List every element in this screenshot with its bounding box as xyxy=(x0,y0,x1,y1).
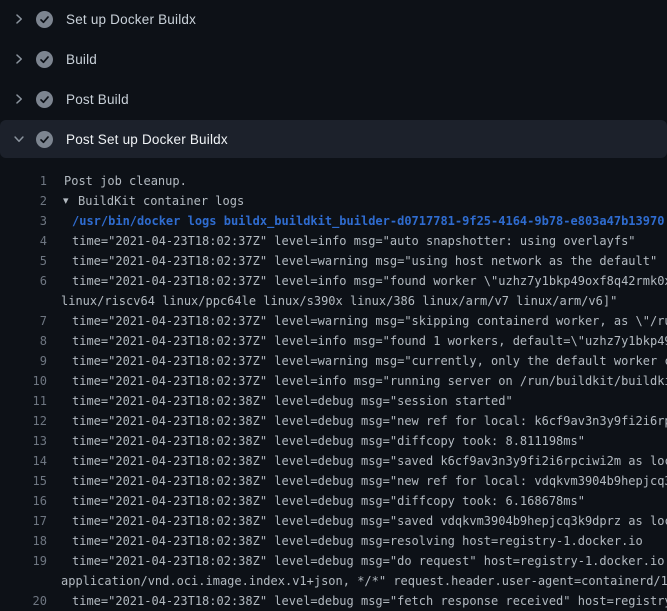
line-number[interactable]: 9 xyxy=(0,351,47,371)
line-text: application/vnd.oci.image.index.v1+json,… xyxy=(47,571,667,591)
log-line: 10 ▾ time="2021-04-23T18:02:37Z" level=i… xyxy=(0,371,667,391)
line-text[interactable]: BuildKit container logs xyxy=(78,191,244,211)
line-text: time="2021-04-23T18:02:38Z" level=debug … xyxy=(47,591,667,611)
line-text: time="2021-04-23T18:02:38Z" level=debug … xyxy=(47,531,643,551)
log-line: 11 ▾ time="2021-04-23T18:02:38Z" level=d… xyxy=(0,391,667,411)
log-line: 7 ▾ time="2021-04-23T18:02:37Z" level=wa… xyxy=(0,311,667,331)
line-text: time="2021-04-23T18:02:37Z" level=info m… xyxy=(47,271,667,291)
line-text: time="2021-04-23T18:02:37Z" level=warnin… xyxy=(47,311,667,331)
log-line: 5 ▾ time="2021-04-23T18:02:37Z" level=wa… xyxy=(0,251,667,271)
chevron-down-icon xyxy=(12,132,26,146)
log-line: 2 ▾ BuildKit container logs xyxy=(0,191,667,211)
line-number[interactable]: 12 xyxy=(0,411,47,431)
line-number[interactable]: 6 xyxy=(0,271,47,291)
log-line: 20 ▾ time="2021-04-23T18:02:38Z" level=d… xyxy=(0,591,667,611)
chevron-right-icon xyxy=(12,52,26,66)
line-number[interactable]: 4 xyxy=(0,231,47,251)
line-number[interactable]: 3 xyxy=(0,211,47,231)
log-line: 13 ▾ time="2021-04-23T18:02:38Z" level=d… xyxy=(0,431,667,451)
step-row[interactable]: Set up Docker Buildx xyxy=(0,0,667,38)
line-text: time="2021-04-23T18:02:38Z" level=debug … xyxy=(47,491,585,511)
step-label: Post Build xyxy=(66,92,129,107)
check-circle-icon xyxy=(36,131,53,148)
line-number[interactable]: 15 xyxy=(0,471,47,491)
chevron-right-icon xyxy=(12,92,26,106)
step-label: Build xyxy=(66,52,97,67)
line-text: time="2021-04-23T18:02:37Z" level=info m… xyxy=(47,371,667,391)
check-circle-icon xyxy=(36,11,53,28)
log-line: 8 ▾ time="2021-04-23T18:02:37Z" level=in… xyxy=(0,331,667,351)
chevron-right-icon xyxy=(12,12,26,26)
line-number[interactable]: 13 xyxy=(0,431,47,451)
log-area: 1 ▾ Post job cleanup. 2 ▾ BuildKit conta… xyxy=(0,160,667,611)
step-row[interactable]: Build xyxy=(0,40,667,78)
step-row[interactable]: Post Set up Docker Buildx xyxy=(0,120,667,158)
log-line: ▾ application/vnd.oci.image.index.v1+jso… xyxy=(0,571,667,591)
command-text: /usr/bin/docker logs buildx_buildkit_bui… xyxy=(47,211,664,231)
log-line: 9 ▾ time="2021-04-23T18:02:37Z" level=wa… xyxy=(0,351,667,371)
line-number[interactable]: 10 xyxy=(0,371,47,391)
line-text: time="2021-04-23T18:02:38Z" level=debug … xyxy=(47,551,667,571)
line-text: time="2021-04-23T18:02:37Z" level=info m… xyxy=(47,231,636,251)
line-text: time="2021-04-23T18:02:38Z" level=debug … xyxy=(47,411,667,431)
line-text: linux/riscv64 linux/ppc64le linux/s390x … xyxy=(47,291,617,311)
log-line: 19 ▾ time="2021-04-23T18:02:38Z" level=d… xyxy=(0,551,667,571)
line-number[interactable]: 11 xyxy=(0,391,47,411)
log-line: 15 ▾ time="2021-04-23T18:02:38Z" level=d… xyxy=(0,471,667,491)
steps-list: Set up Docker Buildx Build Post Build xyxy=(0,0,667,158)
log-line: ▾ linux/riscv64 linux/ppc64le linux/s390… xyxy=(0,291,667,311)
log-line: 18 ▾ time="2021-04-23T18:02:38Z" level=d… xyxy=(0,531,667,551)
check-circle-icon xyxy=(36,91,53,108)
log-line: 6 ▾ time="2021-04-23T18:02:37Z" level=in… xyxy=(0,271,667,291)
line-number[interactable]: 16 xyxy=(0,491,47,511)
step-label: Post Set up Docker Buildx xyxy=(66,132,228,147)
line-number[interactable]: 8 xyxy=(0,331,47,351)
disclosure-triangle-icon: ▾ xyxy=(47,191,78,211)
line-number[interactable]: 20 xyxy=(0,591,47,611)
log-line: 4 ▾ time="2021-04-23T18:02:37Z" level=in… xyxy=(0,231,667,251)
log-line: 1 ▾ Post job cleanup. xyxy=(0,171,667,191)
line-number[interactable]: 14 xyxy=(0,451,47,471)
line-text: Post job cleanup. xyxy=(47,171,187,191)
line-text: time="2021-04-23T18:02:38Z" level=debug … xyxy=(47,431,585,451)
line-number[interactable]: 5 xyxy=(0,251,47,271)
log-line: 14 ▾ time="2021-04-23T18:02:38Z" level=d… xyxy=(0,451,667,471)
line-text: time="2021-04-23T18:02:38Z" level=debug … xyxy=(47,471,667,491)
line-number[interactable] xyxy=(0,291,47,311)
line-number[interactable]: 17 xyxy=(0,511,47,531)
line-text: time="2021-04-23T18:02:38Z" level=debug … xyxy=(47,391,513,411)
step-label: Set up Docker Buildx xyxy=(66,12,196,27)
line-number[interactable]: 7 xyxy=(0,311,47,331)
log-line: 12 ▾ time="2021-04-23T18:02:38Z" level=d… xyxy=(0,411,667,431)
log-line: 16 ▾ time="2021-04-23T18:02:38Z" level=d… xyxy=(0,491,667,511)
line-number[interactable]: 18 xyxy=(0,531,47,551)
log-line: 17 ▾ time="2021-04-23T18:02:38Z" level=d… xyxy=(0,511,667,531)
line-number[interactable]: 2 xyxy=(0,191,47,211)
line-number[interactable]: 1 xyxy=(0,171,47,191)
line-text: time="2021-04-23T18:02:37Z" level=info m… xyxy=(47,331,667,351)
line-text: time="2021-04-23T18:02:38Z" level=debug … xyxy=(47,451,667,471)
step-row[interactable]: Post Build xyxy=(0,80,667,118)
line-text: time="2021-04-23T18:02:37Z" level=warnin… xyxy=(47,251,657,271)
log-line: 3 ▾ /usr/bin/docker logs buildx_buildkit… xyxy=(0,211,667,231)
line-number[interactable]: 19 xyxy=(0,551,47,571)
line-text: time="2021-04-23T18:02:37Z" level=warnin… xyxy=(47,351,667,371)
check-circle-icon xyxy=(36,51,53,68)
line-number[interactable] xyxy=(0,571,47,591)
line-text: time="2021-04-23T18:02:38Z" level=debug … xyxy=(47,511,667,531)
